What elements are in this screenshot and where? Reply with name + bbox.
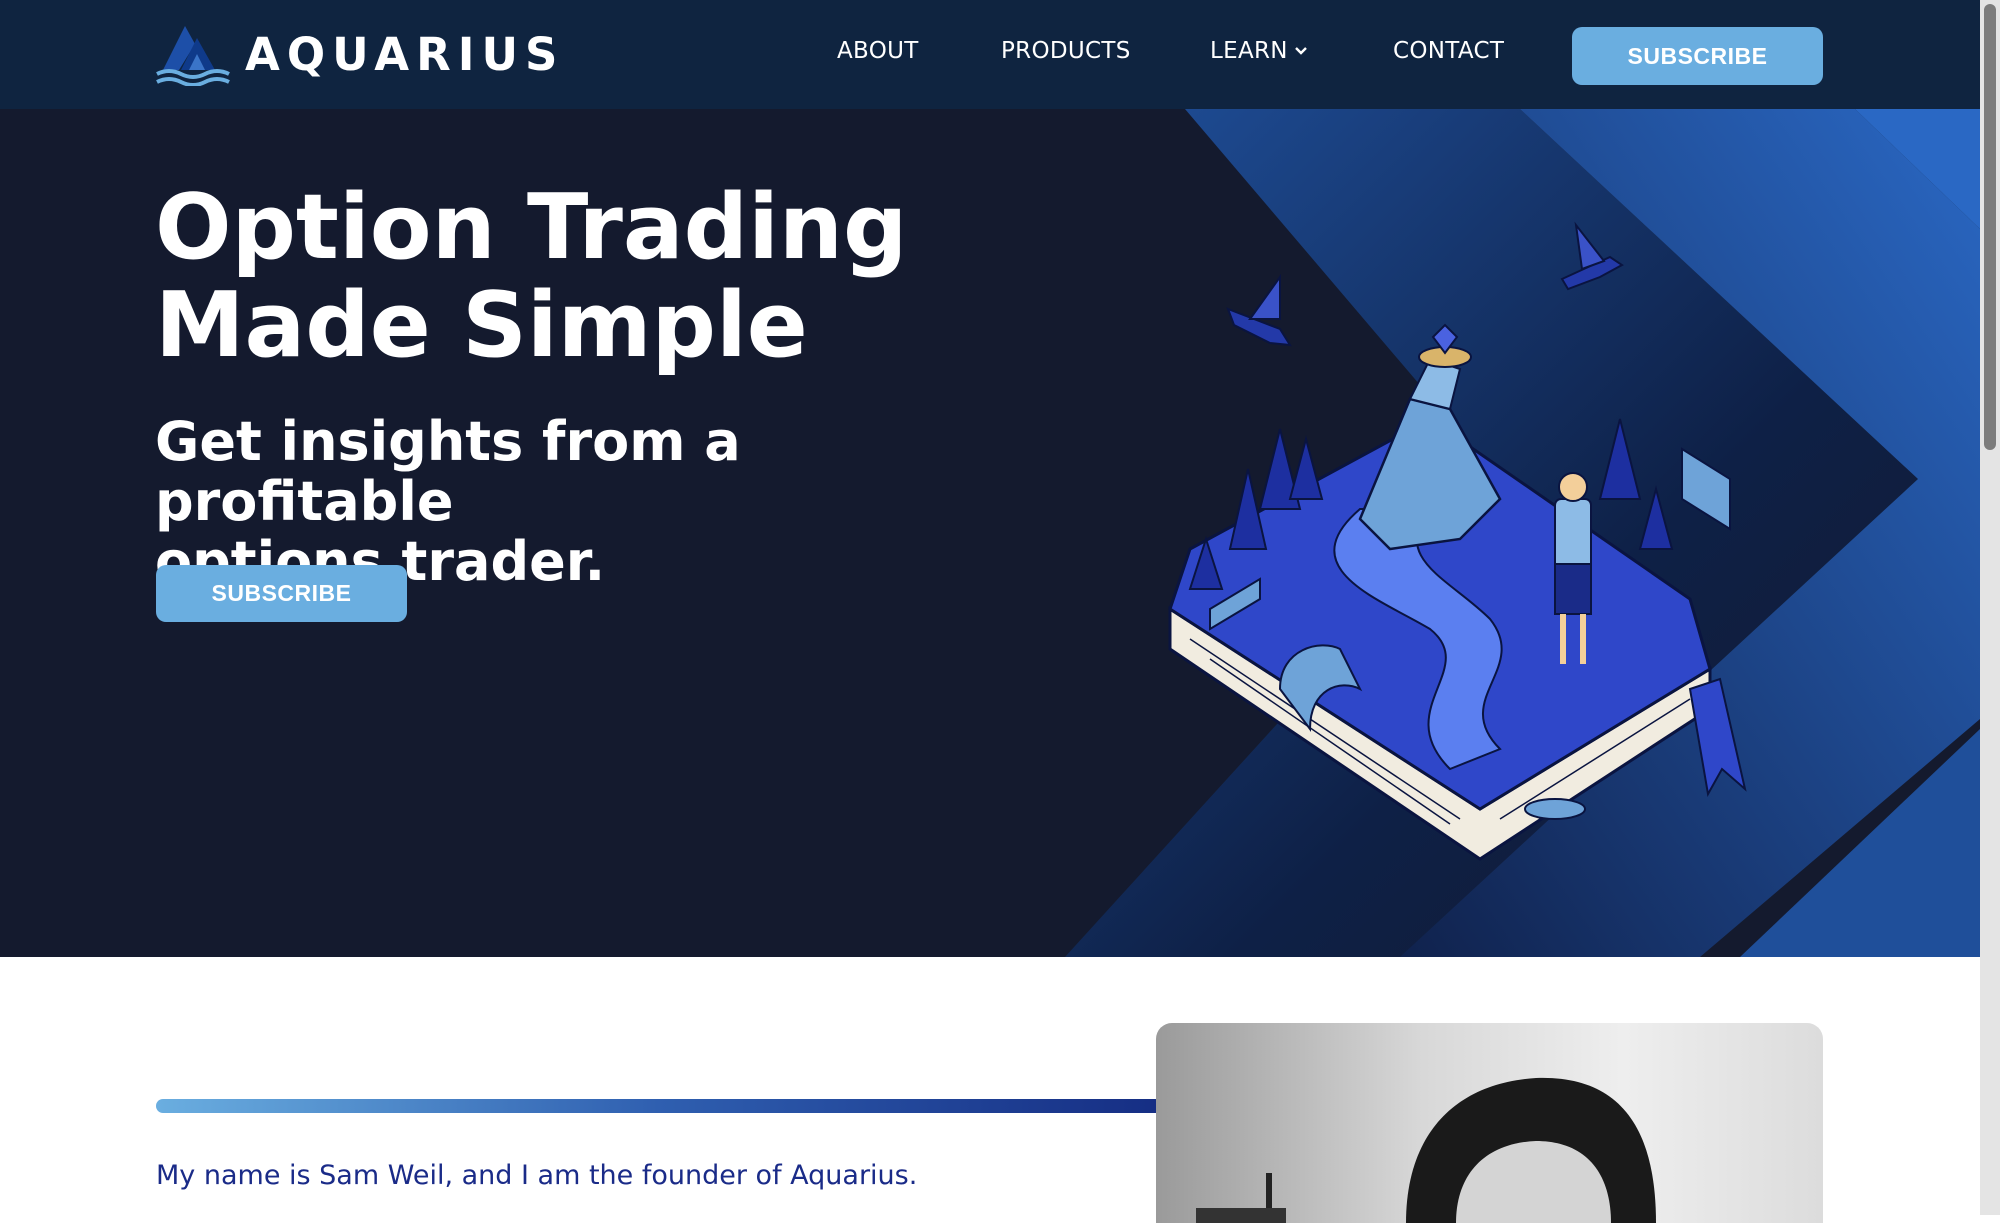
hero-section: Option Trading Made Simple Get insights …	[0, 109, 1980, 957]
founder-intro-text: My name is Sam Weil, and I am the founde…	[156, 1160, 918, 1191]
hero-title: Option Trading Made Simple	[155, 179, 1155, 375]
bird-icon	[1226, 273, 1292, 347]
bird-icon	[1560, 221, 1624, 291]
scrollbar-thumb[interactable]	[1984, 4, 1996, 450]
gradient-divider	[156, 1099, 1271, 1113]
hero-title-line-2: Made Simple	[155, 273, 808, 378]
book-island-illustration	[1168, 221, 1747, 861]
brand-logo[interactable]: AQUARIUS	[155, 22, 564, 86]
nav-about[interactable]: ABOUT	[837, 38, 919, 64]
hero-title-line-1: Option Trading	[155, 175, 908, 280]
nav-learn[interactable]: LEARN	[1210, 38, 1308, 64]
founder-photo	[1156, 1023, 1823, 1223]
chevron-down-icon	[1294, 47, 1307, 55]
brand-name: AQUARIUS	[245, 27, 565, 81]
founder-portrait-image	[1196, 1077, 1656, 1223]
hero-subtitle-line-1: Get insights from a profitable	[155, 410, 741, 533]
aquarius-logo-icon	[156, 26, 230, 86]
nav-contact[interactable]: CONTACT	[1393, 38, 1504, 64]
page-scrollbar[interactable]	[1980, 0, 2000, 1215]
nav-products[interactable]: PRODUCTS	[1001, 38, 1131, 64]
hero-subscribe-button[interactable]: SUBSCRIBE	[156, 565, 407, 622]
site-header: AQUARIUS ABOUT PRODUCTS LEARN CONTACT SU…	[0, 0, 1980, 109]
about-section: My name is Sam Weil, and I am the founde…	[0, 957, 1980, 1223]
header-subscribe-button[interactable]: SUBSCRIBE	[1572, 27, 1823, 85]
nav-learn-label: LEARN	[1210, 38, 1288, 64]
